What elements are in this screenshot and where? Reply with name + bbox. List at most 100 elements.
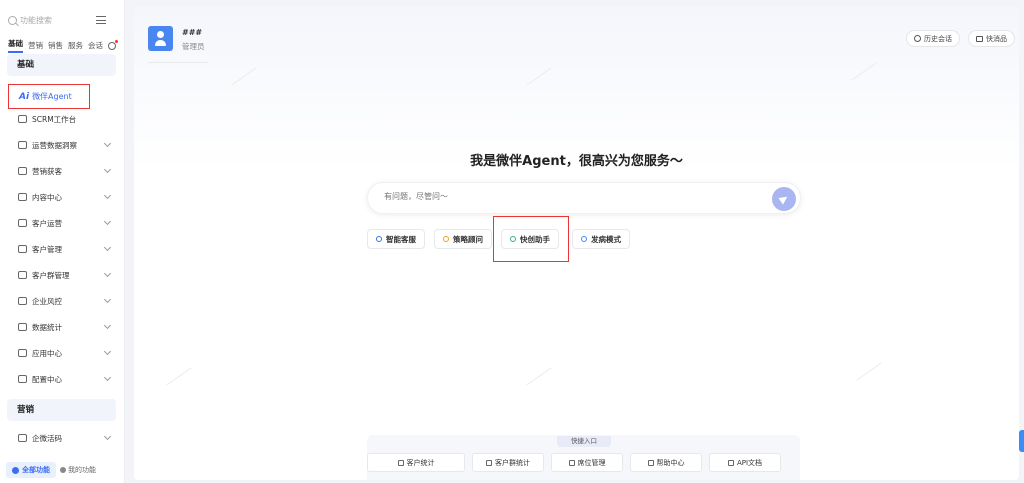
tab-service[interactable]: 服务 <box>68 40 83 51</box>
ai-icon: Ai <box>19 91 30 102</box>
quick-customer-stats[interactable]: 客户统计 <box>367 453 465 472</box>
apps-icon <box>12 466 19 474</box>
grid-icon <box>18 349 27 357</box>
quick-goods-button[interactable]: 快消品 <box>968 30 1015 47</box>
decoration <box>166 367 192 386</box>
sidebar-item-group-mgmt[interactable]: 客户群管理 <box>8 265 118 285</box>
chevron-down-icon <box>103 165 112 174</box>
sidebar-item-scrm[interactable]: SCRM工作台 <box>8 109 118 129</box>
user-icon <box>397 459 404 466</box>
search-icon <box>8 15 17 25</box>
tab-basic[interactable]: 基础 <box>8 38 23 53</box>
decoration <box>526 67 552 86</box>
sidebar-item-statistics[interactable]: 数据统计 <box>8 317 118 337</box>
chip-pattern[interactable]: 发病模式 <box>572 229 630 249</box>
chevron-down-icon <box>103 295 112 304</box>
my-functions-button[interactable]: 我的功能 <box>60 465 96 475</box>
seat-icon <box>568 459 575 466</box>
sidebar-item-ops-insight[interactable]: 运营数据洞察 <box>8 135 118 155</box>
chat-input-box[interactable] <box>367 182 801 214</box>
chip-smart-service[interactable]: 智能客服 <box>367 229 425 249</box>
grid-icon <box>18 434 27 442</box>
quick-label: 客户群统计 <box>495 458 530 467</box>
user-icon <box>18 245 27 253</box>
user-icon <box>18 219 27 227</box>
all-functions-button[interactable]: 全部功能 <box>6 462 56 478</box>
settings-icon[interactable] <box>108 39 118 50</box>
sidebar-item-label: 客户运营 <box>32 218 62 228</box>
tab-marketing[interactable]: 营销 <box>28 40 43 51</box>
headset-icon <box>376 236 382 242</box>
sidebar-item-app-center[interactable]: 应用中心 <box>8 343 118 363</box>
sidebar-item-risk-control[interactable]: 企业风控 <box>8 291 118 311</box>
stats-icon <box>18 323 27 331</box>
clock-icon <box>914 35 921 42</box>
section-basic: 基础 <box>7 54 116 76</box>
chip-label: 策略顾问 <box>453 234 483 244</box>
decoration <box>856 362 882 381</box>
quick-label: API文档 <box>736 458 763 467</box>
chip-label: 智能客服 <box>386 234 416 244</box>
sidebar-item-label: SCRM工作台 <box>32 114 77 124</box>
quick-help-center[interactable]: 帮助中心 <box>630 453 702 472</box>
chat-input[interactable] <box>384 192 744 201</box>
sidebar-item-content[interactable]: 内容中心 <box>8 187 118 207</box>
gear-icon <box>18 375 27 383</box>
link-icon <box>727 459 734 466</box>
document-icon <box>18 193 27 201</box>
sidebar: 功能搜索 基础 营销 销售 服务 会话 基础 Ai 微伴Agent SCRM工作… <box>0 0 125 483</box>
search-placeholder: 功能搜索 <box>20 15 52 25</box>
divider <box>148 62 208 63</box>
tab-conversation[interactable]: 会话 <box>88 40 103 51</box>
main-panel: ### 管理员 历史会话 快消品 我是微伴Agent，很高兴为您服务～ 智能客服 <box>134 6 1019 480</box>
quick-entry-title: 快捷入口 <box>557 436 611 447</box>
chart-icon <box>18 141 27 149</box>
quick-label: 客户统计 <box>406 458 435 467</box>
chevron-down-icon <box>103 139 112 148</box>
app-root: 功能搜索 基础 营销 销售 服务 会话 基础 Ai 微伴Agent SCRM工作… <box>0 0 1024 483</box>
send-button[interactable] <box>772 187 796 211</box>
sidebar-item-customer-mgmt[interactable]: 客户管理 <box>8 239 118 259</box>
quick-api-docs[interactable]: API文档 <box>709 453 781 472</box>
help-icon <box>647 459 654 466</box>
welcome-headline: 我是微伴Agent，很高兴为您服务～ <box>470 154 683 169</box>
sidebar-item-label: 应用中心 <box>32 348 62 358</box>
sidebar-item-label: 客户群管理 <box>32 270 70 280</box>
group-icon <box>18 271 27 279</box>
sidebar-item-customer-ops[interactable]: 客户运营 <box>8 213 118 233</box>
bulb-icon <box>443 236 449 242</box>
quick-group-stats[interactable]: 客户群统计 <box>472 453 544 472</box>
sidebar-item-label: 运营数据洞察 <box>32 140 77 150</box>
decoration <box>851 62 877 81</box>
sidebar-item-config-center[interactable]: 配置中心 <box>8 369 118 389</box>
chevron-down-icon <box>103 217 112 226</box>
menu-icon[interactable] <box>96 16 106 24</box>
quick-seat-mgmt[interactable]: 席位管理 <box>551 453 623 472</box>
shield-icon <box>18 297 27 305</box>
sidebar-item-label: 数据统计 <box>32 322 62 332</box>
sidebar-item-label: 企业风控 <box>32 296 62 306</box>
sidebar-item-label: 微伴Agent <box>32 92 72 101</box>
decoration <box>526 367 552 386</box>
sidebar-item-label: 内容中心 <box>32 192 62 202</box>
sidebar-bottom-bar: 全部功能 我的功能 <box>0 457 125 483</box>
group-icon <box>486 459 492 466</box>
quick-entry-panel: 快捷入口 客户统计 客户群统计 席位管理 帮助中心 API文档 <box>367 435 800 480</box>
chip-strategy-advisor[interactable]: 策略顾问 <box>434 229 492 249</box>
side-drawer-handle[interactable] <box>1019 430 1024 452</box>
sidebar-item-live-code[interactable]: 企微活码 <box>8 428 118 448</box>
chevron-down-icon <box>103 191 112 200</box>
history-button[interactable]: 历史会话 <box>906 30 960 47</box>
sidebar-item-label: 客户管理 <box>32 244 62 254</box>
tab-sales[interactable]: 销售 <box>48 40 63 51</box>
highlight-box <box>493 216 569 262</box>
sidebar-item-marketing-acquire[interactable]: 营销获客 <box>8 161 118 181</box>
my-functions-label: 我的功能 <box>68 466 96 474</box>
chevron-down-icon <box>103 243 112 252</box>
sidebar-item-agent[interactable]: Ai 微伴Agent <box>8 84 90 109</box>
sidebar-search[interactable]: 功能搜索 <box>8 12 118 28</box>
all-functions-label: 全部功能 <box>22 466 50 474</box>
avatar[interactable] <box>148 26 173 51</box>
user-name: ### <box>182 28 203 37</box>
person-icon <box>60 467 66 473</box>
